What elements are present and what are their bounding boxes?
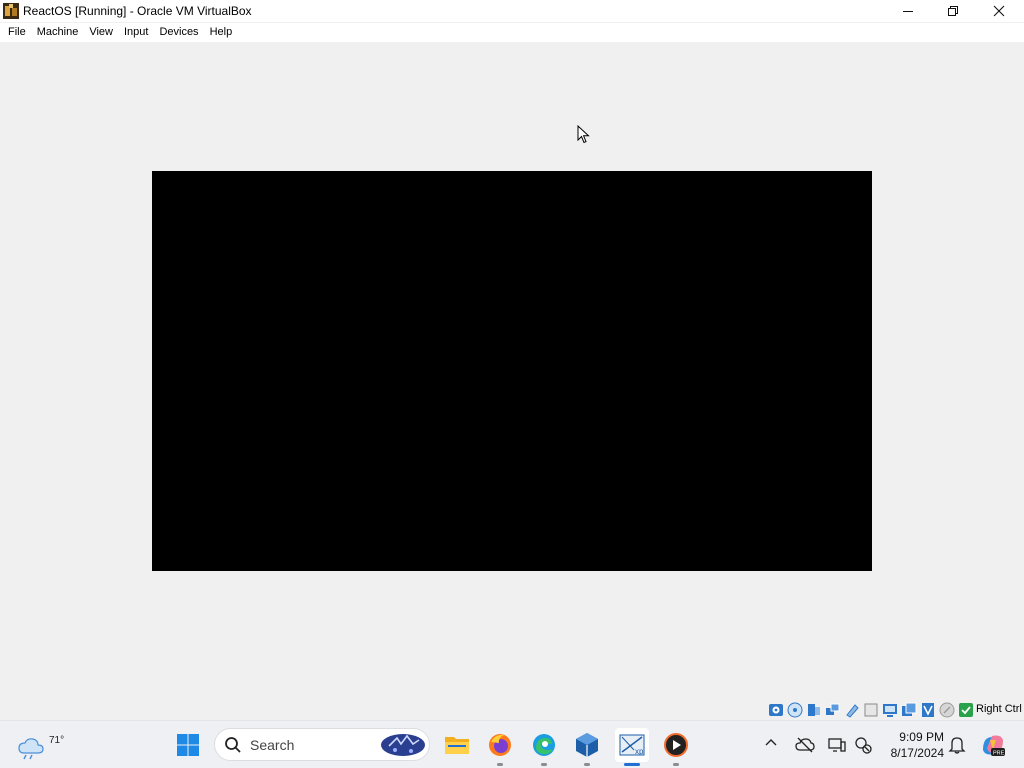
- vm-status-bar: Right Ctrl: [0, 700, 1024, 720]
- search-placeholder: Search: [250, 736, 295, 753]
- window-title: ReactOS [Running] - Oracle VM VirtualBox: [23, 4, 252, 18]
- file-explorer-icon: [445, 737, 469, 754]
- copilot-icon[interactable]: PRE: [980, 732, 1006, 758]
- menu-help[interactable]: Help: [204, 23, 238, 42]
- virtualbox-vm-xp-icon: xp: [619, 734, 645, 756]
- search-highlight-art-icon: [381, 734, 425, 756]
- close-button[interactable]: [976, 0, 1022, 22]
- display-devices-icon[interactable]: [827, 735, 847, 755]
- menu-view[interactable]: View: [83, 23, 118, 42]
- status-icons: [768, 701, 977, 719]
- search-icon: [225, 736, 241, 753]
- keyboard-capture-icon[interactable]: [958, 702, 974, 718]
- windows-logo-icon: [177, 734, 199, 756]
- taskbar-edge[interactable]: [527, 728, 561, 766]
- active-indicator: [624, 763, 640, 766]
- menu-machine[interactable]: Machine: [31, 23, 84, 42]
- clock-date: 8/17/2024: [890, 746, 944, 760]
- weather-temperature: 71°: [49, 735, 65, 746]
- network-disconnected-icon[interactable]: [853, 735, 873, 755]
- weather-widget[interactable]: 71°: [16, 727, 64, 763]
- taskbar-firefox[interactable]: [483, 728, 517, 766]
- cpu-icon[interactable]: [920, 702, 936, 718]
- running-indicator: [497, 763, 503, 766]
- taskbar-search-box[interactable]: Search: [214, 728, 430, 761]
- shared-folders-icon[interactable]: [863, 702, 879, 718]
- taskbar: 71° Search xp 9:09 PM 8/17/2024 PRE: [0, 720, 1024, 768]
- usb-icon[interactable]: [844, 702, 860, 718]
- taskbar-virtualbox[interactable]: [570, 728, 604, 766]
- restore-button[interactable]: [930, 0, 976, 22]
- vm-display[interactable]: [152, 171, 872, 571]
- hard-disk-icon[interactable]: [768, 702, 784, 718]
- menu-bar: File Machine View Input Devices Help: [0, 23, 1024, 42]
- media-player-icon: [664, 733, 688, 757]
- minimize-icon: [903, 11, 913, 12]
- video-capture-icon[interactable]: [901, 702, 917, 718]
- clock-time: 9:09 PM: [899, 730, 944, 744]
- virtualbox-window: ReactOS [Running] - Oracle VM VirtualBox…: [0, 0, 1024, 720]
- taskbar-clock[interactable]: 9:09 PM 8/17/2024: [880, 729, 944, 761]
- weather-cloud-icon: [18, 738, 44, 760]
- running-indicator: [584, 763, 590, 766]
- host-key-label[interactable]: Right Ctrl: [976, 703, 1022, 715]
- edge-icon: [533, 734, 555, 756]
- close-icon: [993, 5, 1005, 17]
- minimize-button[interactable]: [885, 0, 931, 22]
- taskbar-file-explorer[interactable]: [440, 728, 474, 762]
- menu-input[interactable]: Input: [118, 23, 153, 42]
- display-icon[interactable]: [882, 702, 898, 718]
- start-button[interactable]: [172, 729, 204, 761]
- virtualbox-app-icon[interactable]: [3, 3, 19, 19]
- restore-icon: [948, 6, 958, 16]
- audio-icon[interactable]: [806, 702, 822, 718]
- running-indicator: [673, 763, 679, 766]
- onedrive-offline-icon[interactable]: [795, 735, 815, 755]
- mouse-cursor-icon: [577, 125, 590, 144]
- firefox-icon: [489, 734, 511, 756]
- running-indicator: [541, 763, 547, 766]
- menu-file[interactable]: File: [2, 23, 31, 42]
- notification-bell-icon[interactable]: [948, 735, 966, 755]
- optical-drive-icon[interactable]: [787, 702, 803, 718]
- taskbar-virtualbox-vm[interactable]: xp: [615, 728, 649, 766]
- taskbar-media-player[interactable]: [659, 728, 693, 766]
- svg-text:PRE: PRE: [993, 751, 1005, 757]
- svg-text:xp: xp: [635, 747, 644, 756]
- menu-devices[interactable]: Devices: [153, 23, 203, 42]
- title-bar[interactable]: ReactOS [Running] - Oracle VM VirtualBox: [0, 0, 1024, 22]
- show-hidden-icons-chevron-icon[interactable]: [764, 737, 778, 747]
- virtualbox-icon: [576, 733, 598, 757]
- mouse-integration-icon[interactable]: [939, 702, 955, 718]
- network-icon[interactable]: [825, 702, 841, 718]
